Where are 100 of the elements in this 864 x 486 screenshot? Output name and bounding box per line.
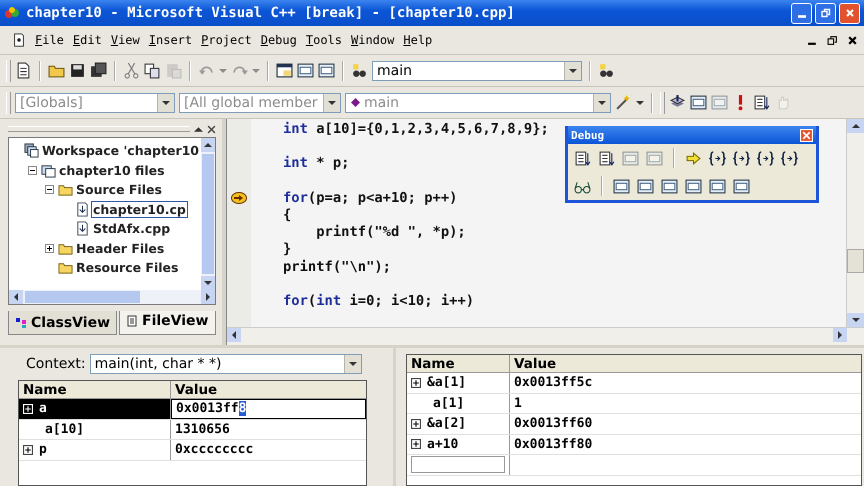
variables-window-icon[interactable] — [637, 178, 654, 194]
tree-item[interactable]: chapter10 files — [58, 162, 166, 178]
workspace-tab[interactable]: ClassView — [8, 311, 118, 335]
menu-item[interactable]: View — [110, 33, 140, 47]
caret-icon[interactable] — [348, 360, 357, 368]
watch-name[interactable]: &a[1] — [407, 373, 510, 392]
window-icon[interactable] — [276, 62, 293, 79]
scroll-up-icon[interactable] — [852, 122, 860, 130]
close-button[interactable] — [839, 2, 860, 24]
column-header[interactable]: Name — [19, 381, 171, 398]
step-into-icon[interactable] — [709, 150, 726, 166]
scroll-left-icon[interactable] — [12, 293, 20, 301]
restore-icon[interactable] — [827, 34, 838, 46]
vertical-scrollbar[interactable] — [846, 119, 864, 327]
memory-window-icon[interactable] — [685, 178, 702, 194]
collapse-icon[interactable] — [28, 166, 37, 175]
scroll-right-icon[interactable] — [836, 331, 844, 339]
expand-icon[interactable] — [23, 444, 33, 455]
step-over-icon[interactable] — [733, 150, 750, 166]
run-to-cursor-icon[interactable] — [781, 150, 798, 166]
break-icon[interactable] — [622, 150, 639, 166]
save-all-icon[interactable] — [90, 62, 107, 79]
registers-window-icon[interactable] — [661, 178, 678, 194]
stop-debugging-icon[interactable] — [598, 150, 615, 166]
column-header[interactable]: Value — [510, 355, 861, 372]
collapse-icon[interactable] — [45, 185, 54, 194]
tree-item[interactable]: Workspace 'chapter10 — [41, 143, 200, 158]
column-header[interactable]: Value — [171, 381, 366, 398]
binoculars-icon[interactable] — [351, 62, 368, 79]
workspace-tab[interactable]: FileView — [119, 311, 216, 335]
tree-item[interactable]: Header Files — [75, 240, 166, 256]
tree-item[interactable]: Resource Files — [75, 260, 180, 276]
workspace-icon — [24, 143, 39, 158]
caret-icon[interactable] — [569, 66, 577, 74]
restore-button[interactable] — [815, 2, 836, 24]
variable-name[interactable]: p — [19, 440, 171, 460]
menu-item[interactable]: Insert — [148, 33, 192, 47]
restart-icon[interactable] — [574, 150, 591, 166]
tree-item[interactable]: StdAfx.cpp — [92, 221, 172, 236]
new-watch-field[interactable] — [411, 456, 505, 474]
save-icon[interactable] — [69, 62, 86, 79]
step-out-icon[interactable] — [757, 150, 774, 166]
scroll-down-icon[interactable] — [852, 316, 860, 324]
caret-icon[interactable] — [636, 98, 644, 106]
horizontal-scrollbar[interactable] — [227, 327, 864, 345]
build-icon[interactable] — [690, 94, 707, 111]
watch-name[interactable]: a[1] — [407, 394, 510, 413]
copy-icon[interactable] — [144, 62, 161, 79]
scroll-right-icon[interactable] — [204, 293, 212, 301]
menu-item[interactable]: Tools — [306, 33, 342, 47]
expand-icon[interactable] — [411, 439, 421, 450]
class-view-icon — [15, 316, 27, 328]
value-input[interactable]: 0x0013ff8 — [171, 399, 366, 418]
menu-item[interactable]: Help — [403, 33, 432, 47]
column-header[interactable]: Name — [407, 355, 510, 372]
code-line: int * p; — [283, 155, 350, 172]
file-view-icon — [126, 315, 138, 327]
scroll-thumb[interactable] — [847, 249, 864, 273]
expand-icon[interactable] — [411, 378, 421, 388]
caret-icon[interactable] — [598, 98, 606, 106]
vertical-scrollbar[interactable] — [201, 138, 215, 290]
watch-name[interactable]: a+10 — [407, 434, 510, 454]
cut-icon[interactable] — [123, 62, 140, 79]
tree-item[interactable]: chapter10.cp — [92, 202, 187, 217]
horizontal-scrollbar[interactable] — [9, 290, 215, 304]
caret-icon[interactable] — [328, 98, 336, 106]
close-icon[interactable] — [847, 34, 858, 46]
menu-item[interactable]: File — [35, 33, 64, 47]
tree-item[interactable]: Source Files — [75, 182, 163, 198]
close-icon[interactable] — [207, 124, 216, 134]
new-file-icon[interactable] — [15, 62, 32, 79]
find-in-files-icon[interactable] — [598, 62, 615, 79]
menu-item[interactable]: Project — [201, 33, 252, 47]
watch-window-icon[interactable] — [613, 178, 630, 194]
disassembly-window-icon[interactable] — [733, 178, 750, 194]
wand-icon[interactable] — [615, 94, 632, 111]
scroll-up-icon[interactable] — [204, 141, 212, 149]
minimize-button[interactable] — [791, 2, 812, 24]
maximize-icon[interactable] — [194, 124, 203, 134]
menu-item[interactable]: Debug — [260, 33, 297, 47]
call-stack-window-icon[interactable] — [709, 178, 726, 194]
apply-changes-icon[interactable] — [646, 150, 663, 166]
app-icon — [4, 5, 20, 21]
variable-name[interactable]: a — [19, 399, 171, 418]
window-list-icon[interactable] — [318, 62, 335, 79]
arrow-icon[interactable] — [685, 150, 702, 166]
expand-icon[interactable] — [45, 244, 54, 253]
caret-icon[interactable] — [162, 98, 170, 106]
scroll-down-icon[interactable] — [204, 279, 212, 287]
menu-item[interactable]: Edit — [72, 33, 102, 47]
watch-name[interactable]: &a[2] — [407, 414, 510, 434]
go-icon[interactable] — [753, 94, 770, 111]
expand-icon[interactable] — [411, 418, 421, 429]
watch-value: 0x0013ff80 — [513, 436, 594, 454]
scroll-left-icon[interactable] — [230, 331, 238, 339]
output-icon[interactable] — [297, 62, 314, 79]
find-combo[interactable]: main — [372, 60, 582, 80]
context-combo[interactable]: main(int, char * *) — [90, 354, 362, 374]
variable-name[interactable]: a[10] — [19, 420, 171, 439]
menu-item[interactable]: Window — [351, 33, 394, 47]
